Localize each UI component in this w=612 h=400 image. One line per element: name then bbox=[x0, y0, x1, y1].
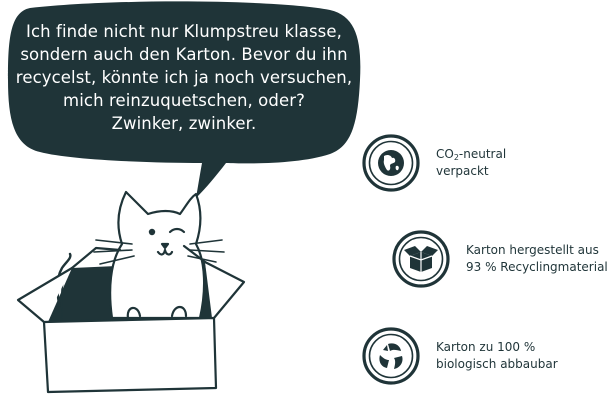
feature-co2-line2: verpackt bbox=[436, 164, 489, 178]
cat-in-box-drawing bbox=[16, 190, 246, 394]
feature-biodegradable-line1: Karton zu 100 % bbox=[436, 340, 536, 354]
globe-icon bbox=[360, 132, 422, 194]
feature-co2-neutral: CO2-neutral verpackt bbox=[360, 132, 506, 194]
open-box-icon bbox=[390, 228, 452, 290]
feature-biodegradable-text: Karton zu 100 % biologisch abbaubar bbox=[436, 339, 558, 373]
bubble-line-3: recycelst, könnte ich ja noch versuchen, bbox=[15, 68, 353, 87]
bubble-line-2: sondern auch den Karton. Bevor du ihn bbox=[20, 45, 348, 64]
feature-co2-line1: CO2-neutral bbox=[436, 147, 507, 162]
bubble-line-4: mich reinzuquetschen, oder? bbox=[63, 91, 305, 110]
feature-biodegradable: Karton zu 100 % biologisch abbaubar bbox=[360, 325, 558, 387]
speech-bubble-text: Ich finde nicht nur Klumpstreu klasse, s… bbox=[14, 20, 354, 135]
feature-recycled-carton: Karton hergestellt aus 93 % Recyclingmat… bbox=[390, 228, 608, 290]
feature-co2-text: CO2-neutral verpackt bbox=[436, 146, 506, 180]
feature-recycled-text: Karton hergestellt aus 93 % Recyclingmat… bbox=[466, 242, 608, 276]
recycle-leaves-icon bbox=[360, 325, 422, 387]
bubble-line-1: Ich finde nicht nur Klumpstreu klasse, bbox=[26, 22, 342, 41]
feature-biodegradable-line2: biologisch abbaubar bbox=[436, 357, 558, 371]
feature-recycled-line1: Karton hergestellt aus bbox=[466, 243, 599, 257]
feature-recycled-line2: 93 % Recyclingmaterial bbox=[466, 260, 608, 274]
bubble-line-5: Zwinker, zwinker. bbox=[111, 114, 257, 133]
